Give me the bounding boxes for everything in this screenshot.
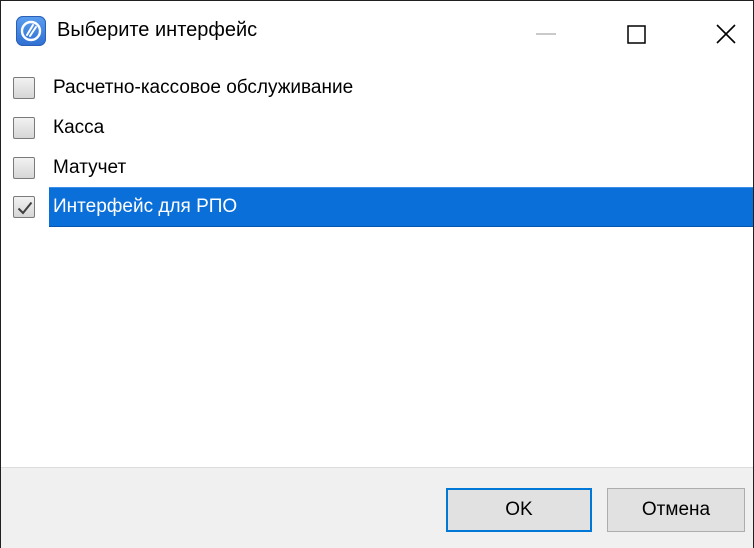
list-item-checkbox[interactable] <box>13 157 35 179</box>
cancel-button[interactable]: Отмена <box>607 488 745 532</box>
list-item-checkbox-checked[interactable] <box>13 196 35 218</box>
list-item-checkbox[interactable] <box>13 77 35 99</box>
minimize-button[interactable] <box>506 1 586 61</box>
list-item-label: Касса <box>53 117 105 138</box>
minimize-icon <box>536 33 556 35</box>
list-item-label: Интерфейс для РПО <box>53 196 238 217</box>
maximize-icon <box>627 25 646 44</box>
list-item-label: Расчетно-кассовое обслуживание <box>53 77 354 98</box>
close-button[interactable] <box>680 1 754 61</box>
dialog-footer: OK Отмена <box>1 467 753 548</box>
list-item[interactable]: Касса <box>1 108 753 148</box>
list-item-checkbox[interactable] <box>13 117 35 139</box>
maximize-button[interactable] <box>598 1 678 61</box>
window-title: Выберите интерфейс <box>57 19 258 41</box>
checkmark-icon <box>17 201 33 215</box>
interface-list[interactable]: Расчетно-кассовое обслуживание Касса Мат… <box>1 61 753 467</box>
list-item[interactable]: Расчетно-кассовое обслуживание <box>1 68 753 108</box>
list-item-selected[interactable]: Интерфейс для РПО <box>1 187 753 227</box>
app-logo-icon <box>16 16 46 46</box>
ok-button[interactable]: OK <box>446 488 592 532</box>
dialog-window: Выберите интерфейс Расчетно-кассовое обс… <box>0 0 754 548</box>
title-bar[interactable]: Выберите интерфейс <box>1 1 753 61</box>
list-item[interactable]: Матучет <box>1 148 753 188</box>
close-icon <box>716 24 736 44</box>
list-item-label: Матучет <box>53 157 127 178</box>
